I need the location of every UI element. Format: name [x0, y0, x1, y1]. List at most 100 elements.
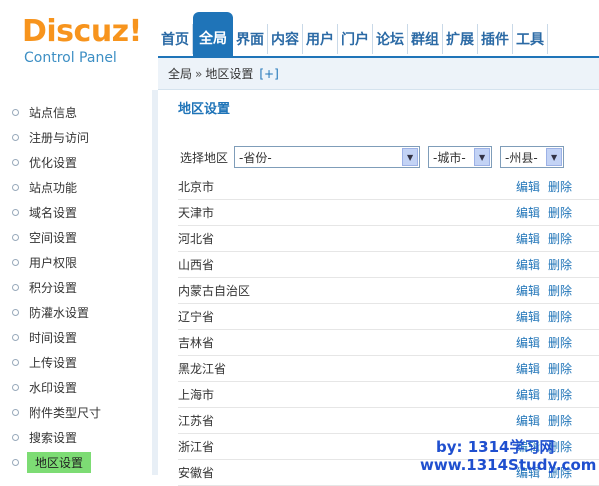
- region-row: 内蒙古自治区 编辑 删除: [178, 278, 599, 304]
- edit-link[interactable]: 编辑: [516, 230, 540, 247]
- nav-tab[interactable]: 扩展: [443, 24, 478, 54]
- region-name: 江苏省: [178, 414, 215, 428]
- bullet-icon: [12, 259, 19, 266]
- region-name: 河北省: [178, 232, 215, 246]
- region-row: 江苏省 编辑 删除: [178, 408, 599, 434]
- nav-tab[interactable]: 内容: [268, 24, 303, 54]
- page-title: 地区设置: [178, 102, 231, 117]
- sidebar-item[interactable]: 用户权限: [0, 250, 150, 275]
- delete-link[interactable]: 删除: [548, 230, 572, 247]
- bullet-icon: [12, 409, 19, 416]
- nav-tab[interactable]: 界面: [233, 24, 268, 54]
- sidebar-item[interactable]: 域名设置: [0, 200, 150, 225]
- nav-tab[interactable]: 插件: [478, 24, 513, 54]
- edit-link[interactable]: 编辑: [516, 256, 540, 273]
- region-row: 山西省 编辑 删除: [178, 252, 599, 278]
- bullet-icon: [12, 309, 19, 316]
- sidebar-item-label: 用户权限: [29, 256, 78, 270]
- sidebar-item[interactable]: 空间设置: [0, 225, 150, 250]
- region-row: 上海市 编辑 删除: [178, 382, 599, 408]
- delete-link[interactable]: 删除: [548, 308, 572, 325]
- add-shortcut-button[interactable]: [+]: [259, 67, 278, 81]
- edit-link[interactable]: 编辑: [516, 204, 540, 221]
- sidebar-item-label: 站点功能: [29, 181, 78, 195]
- logo: Discuz!: [22, 14, 142, 49]
- edit-link[interactable]: 编辑: [516, 360, 540, 377]
- nav-tab[interactable]: 门户: [338, 24, 373, 54]
- region-row: 河北省 编辑 删除: [178, 226, 599, 252]
- delete-link[interactable]: 删除: [548, 360, 572, 377]
- sidebar: 站点信息 注册与访问 优化设置站点功能域名设置空间设置用户权限积分设置防灌水设置时间…: [0, 90, 158, 475]
- delete-link[interactable]: 删除: [548, 386, 572, 403]
- bullet-icon: [12, 359, 19, 366]
- county-select[interactable]: -州县- ▼: [500, 146, 565, 168]
- region-row: 辽宁省 编辑 删除: [178, 304, 599, 330]
- sidebar-item[interactable]: 优化设置: [0, 150, 150, 175]
- sidebar-item[interactable]: 上传设置: [0, 350, 150, 375]
- chevron-down-icon: ▼: [474, 148, 491, 166]
- bullet-icon: [12, 434, 19, 441]
- sidebar-item-label: 水印设置: [29, 381, 78, 395]
- sidebar-item[interactable]: 站点信息: [0, 100, 150, 125]
- province-select-value: -省份-: [239, 150, 272, 165]
- sidebar-item[interactable]: 防灌水设置: [0, 300, 150, 325]
- sidebar-item[interactable]: 注册与访问: [0, 125, 150, 150]
- nav-tab[interactable]: 论坛: [373, 24, 408, 54]
- sidebar-item-label: 上传设置: [29, 356, 78, 370]
- sidebar-item-label: 附件类型尺寸: [29, 406, 102, 420]
- bullet-icon: [12, 134, 19, 141]
- delete-link[interactable]: 删除: [548, 412, 572, 429]
- main-content: 地区设置 选择地区 -省份- ▼ -城市- ▼ -州县- ▼ 北京市 编辑 删除 天津…: [158, 90, 599, 486]
- region-name: 内蒙古自治区: [178, 284, 251, 298]
- bullet-icon: [12, 209, 19, 216]
- sidebar-item[interactable]: 水印设置: [0, 375, 150, 400]
- delete-link[interactable]: 删除: [548, 178, 572, 195]
- sidebar-item[interactable]: 地区设置: [0, 450, 150, 475]
- header: Discuz! Control Panel 首页 全局 界面 内容 用户 门户 论坛 群组 扩展…: [0, 0, 599, 90]
- sidebar-item-label: 时间设置: [29, 331, 78, 345]
- delete-link[interactable]: 删除: [548, 334, 572, 351]
- sidebar-item[interactable]: 积分设置: [0, 275, 150, 300]
- breadcrumb-root[interactable]: 全局: [168, 65, 192, 82]
- logo-area[interactable]: Discuz! Control Panel: [0, 0, 152, 90]
- edit-link[interactable]: 编辑: [516, 334, 540, 351]
- bullet-icon: [12, 459, 19, 466]
- edit-link[interactable]: 编辑: [516, 386, 540, 403]
- delete-link[interactable]: 删除: [548, 256, 572, 273]
- edit-link[interactable]: 编辑: [516, 412, 540, 429]
- sidebar-item[interactable]: 时间设置: [0, 325, 150, 350]
- region-name: 吉林省: [178, 336, 215, 350]
- region-name: 山西省: [178, 258, 215, 272]
- filter-label: 选择地区: [180, 150, 229, 165]
- chevron-down-icon: ▼: [546, 148, 563, 166]
- sidebar-item-label: 搜索设置: [29, 431, 78, 445]
- province-select[interactable]: -省份- ▼: [234, 146, 421, 168]
- sidebar-item-label: 积分设置: [29, 281, 78, 295]
- nav-tab[interactable]: 群组: [408, 24, 443, 54]
- bullet-icon: [12, 234, 19, 241]
- bullet-icon: [12, 159, 19, 166]
- bullet-icon: [12, 384, 19, 391]
- nav-tab[interactable]: 用户: [303, 24, 338, 54]
- edit-link[interactable]: 编辑: [516, 178, 540, 195]
- sidebar-item[interactable]: 站点功能: [0, 175, 150, 200]
- sidebar-item[interactable]: 搜索设置: [0, 425, 150, 450]
- nav-tab[interactable]: 首页: [158, 24, 193, 54]
- region-row: 北京市 编辑 删除: [178, 174, 599, 200]
- chevron-down-icon: ▼: [402, 148, 419, 166]
- region-name: 安徽省: [178, 466, 215, 480]
- delete-link[interactable]: 删除: [548, 204, 572, 221]
- nav-tab[interactable]: 工具: [513, 24, 548, 54]
- edit-link[interactable]: 编辑: [516, 282, 540, 299]
- city-select[interactable]: -城市- ▼: [428, 146, 493, 168]
- region-name: 辽宁省: [178, 310, 215, 324]
- delete-link[interactable]: 删除: [548, 282, 572, 299]
- nav-tab[interactable]: 全局: [193, 12, 233, 56]
- sidebar-item[interactable]: 附件类型尺寸: [0, 400, 150, 425]
- region-name: 浙江省: [178, 440, 215, 454]
- sidebar-item-label: 空间设置: [29, 231, 78, 245]
- region-row: 吉林省 编辑 删除: [178, 330, 599, 356]
- breadcrumb-separator: »: [195, 66, 203, 81]
- region-row: 天津市 编辑 删除: [178, 200, 599, 226]
- edit-link[interactable]: 编辑: [516, 308, 540, 325]
